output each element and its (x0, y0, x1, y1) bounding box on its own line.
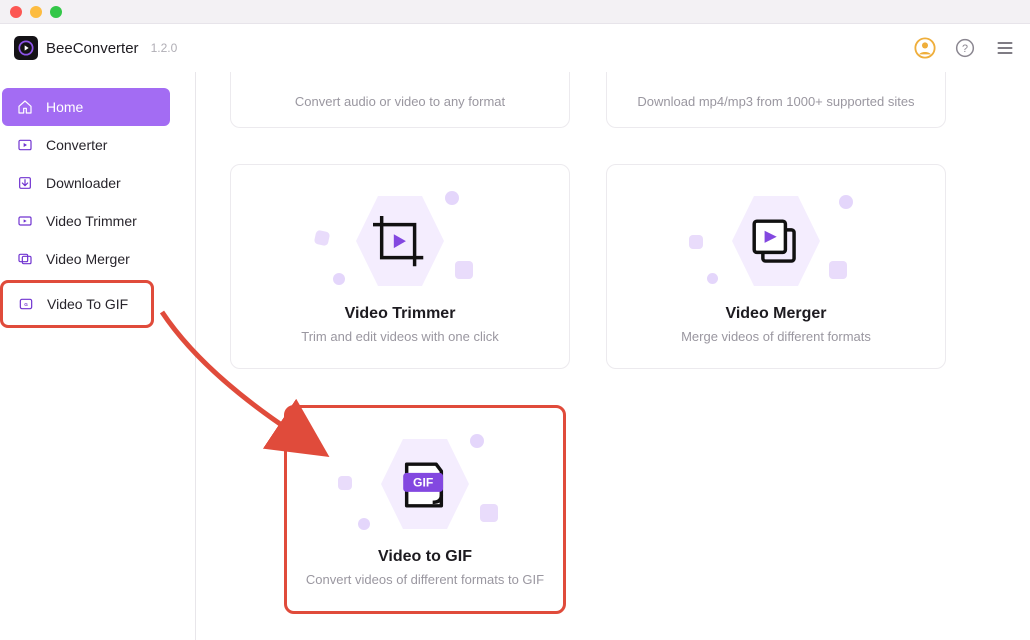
partial-cards-row: Convert audio or video to any format Dow… (230, 72, 996, 128)
sidebar-item-home[interactable]: Home (2, 88, 170, 126)
card-icon-area (315, 191, 485, 291)
card-title: Video Merger (725, 305, 826, 323)
sidebar-item-label: Downloader (46, 175, 121, 191)
card-video-to-gif[interactable]: GIF Video to GIF Convert videos of diffe… (284, 405, 566, 614)
card-desc: Trim and edit videos with one click (301, 329, 499, 344)
sidebar-item-label: Video To GIF (47, 296, 128, 312)
main-layout: Home Converter Downloader Video Trimmer … (0, 72, 1030, 640)
app-logo-icon (14, 36, 38, 60)
window-minimize-dot[interactable] (30, 6, 42, 18)
download-icon (16, 174, 34, 192)
app-version: 1.2.0 (151, 41, 178, 55)
converter-icon (16, 136, 34, 154)
sidebar-item-downloader[interactable]: Downloader (2, 164, 170, 202)
app-title: BeeConverter (46, 40, 139, 57)
card-desc: Convert audio or video to any format (295, 94, 505, 109)
home-icon (16, 98, 34, 116)
card-video-merger[interactable]: Video Merger Merge videos of different f… (606, 164, 946, 369)
sidebar-item-label: Video Merger (46, 251, 130, 267)
sidebar-item-converter[interactable]: Converter (2, 126, 170, 164)
svg-text:G: G (24, 302, 28, 307)
trimmer-icon (16, 212, 34, 230)
card-converter-partial[interactable]: Convert audio or video to any format (230, 72, 570, 128)
merger-icon (16, 250, 34, 268)
svg-text:?: ? (962, 43, 968, 55)
sidebar-item-label: Converter (46, 137, 107, 153)
hamburger-menu-icon[interactable] (994, 37, 1016, 59)
sidebar: Home Converter Downloader Video Trimmer … (0, 72, 196, 640)
card-icon-area: GIF (340, 434, 510, 534)
card-desc: Merge videos of different formats (681, 329, 871, 344)
window-zoom-dot[interactable] (50, 6, 62, 18)
card-desc: Download mp4/mp3 from 1000+ supported si… (637, 94, 914, 109)
user-account-icon[interactable] (914, 37, 936, 59)
svg-text:GIF: GIF (413, 476, 433, 490)
crop-play-icon (373, 216, 425, 268)
stack-play-icon (749, 216, 801, 268)
cards-row-1: Video Trimmer Trim and edit videos with … (230, 164, 996, 369)
card-icon-area (691, 191, 861, 291)
sidebar-item-label: Home (46, 99, 83, 115)
card-video-trimmer[interactable]: Video Trimmer Trim and edit videos with … (230, 164, 570, 369)
card-downloader-partial[interactable]: Download mp4/mp3 from 1000+ supported si… (606, 72, 946, 128)
sidebar-item-video-merger[interactable]: Video Merger (2, 240, 170, 278)
mac-titlebar (0, 0, 1030, 24)
card-title: Video to GIF (378, 548, 472, 566)
app-header: BeeConverter 1.2.0 ? (0, 24, 1030, 72)
sidebar-item-video-to-gif[interactable]: G Video To GIF (3, 285, 171, 323)
cards-row-2: GIF Video to GIF Convert videos of diffe… (230, 405, 996, 614)
window-close-dot[interactable] (10, 6, 22, 18)
annotation-box-sidebar: G Video To GIF (0, 280, 154, 328)
gif-icon: G (17, 295, 35, 313)
content-area: Convert audio or video to any format Dow… (196, 72, 1030, 640)
gif-icon: GIF (398, 459, 450, 511)
sidebar-item-video-trimmer[interactable]: Video Trimmer (2, 202, 170, 240)
help-icon[interactable]: ? (954, 37, 976, 59)
sidebar-item-label: Video Trimmer (46, 213, 137, 229)
card-title: Video Trimmer (345, 305, 456, 323)
card-desc: Convert videos of different formats to G… (306, 572, 544, 587)
